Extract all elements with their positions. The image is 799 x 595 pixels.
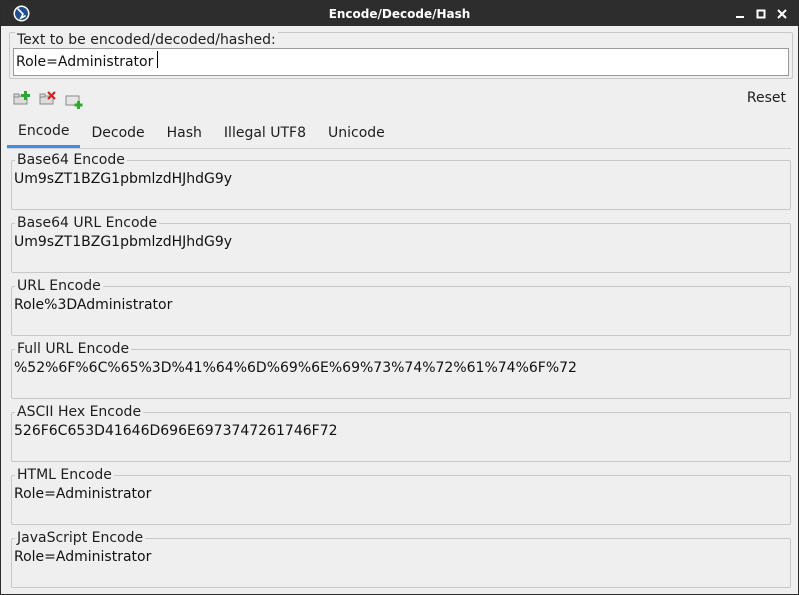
input-legend: Text to be encoded/decoded/hashed: xyxy=(15,32,278,48)
javascript-encode-group: JavaScript Encode Role=Administrator xyxy=(11,530,791,588)
remove-tab-icon[interactable] xyxy=(39,90,57,106)
tab-unicode[interactable]: Unicode xyxy=(317,117,396,148)
encode-panel: Base64 Encode Um9sZT1BZG1pbmlzdHJhdG9y B… xyxy=(9,151,793,592)
url-encode-group: URL Encode Role%3DAdministrator xyxy=(11,278,791,336)
url-encode-value[interactable]: Role%3DAdministrator xyxy=(14,297,172,313)
encode-decode-hash-window: Encode/Decode/Hash Text to be encoded/de… xyxy=(0,0,799,595)
base64-url-encode-value[interactable]: Um9sZT1BZG1pbmlzdHJhdG9y xyxy=(14,234,232,250)
title-bar[interactable]: Encode/Decode/Hash xyxy=(1,1,798,26)
input-group: Text to be encoded/decoded/hashed: xyxy=(9,32,793,79)
maximize-button[interactable] xyxy=(752,5,769,22)
base64-encode-label: Base64 Encode xyxy=(15,152,127,168)
tab-decode[interactable]: Decode xyxy=(80,117,155,148)
javascript-encode-label: JavaScript Encode xyxy=(15,530,146,546)
tab-encode[interactable]: Encode xyxy=(7,117,81,148)
close-button[interactable] xyxy=(773,5,790,22)
javascript-encode-value[interactable]: Role=Administrator xyxy=(14,549,151,565)
window-controls xyxy=(731,5,790,22)
base64-encode-value[interactable]: Um9sZT1BZG1pbmlzdHJhdG9y xyxy=(14,171,232,187)
maximize-icon xyxy=(756,9,765,18)
minimize-icon xyxy=(735,15,744,18)
ascii-hex-encode-label: ASCII Hex Encode xyxy=(15,404,144,420)
tab-hash[interactable]: Hash xyxy=(156,117,213,148)
window-title: Encode/Decode/Hash xyxy=(328,6,471,21)
minimize-button[interactable] xyxy=(731,5,748,22)
url-encode-label: URL Encode xyxy=(15,278,103,294)
html-encode-group: HTML Encode Role=Administrator xyxy=(11,467,791,525)
html-encode-value[interactable]: Role=Administrator xyxy=(14,486,151,502)
reset-button[interactable]: Reset xyxy=(747,90,786,106)
app-icon xyxy=(13,5,30,22)
html-encode-label: HTML Encode xyxy=(15,467,114,483)
full-url-encode-group: Full URL Encode %52%6F%6C%65%3D%41%64%6D… xyxy=(11,341,791,399)
base64-encode-group: Base64 Encode Um9sZT1BZG1pbmlzdHJhdG9y xyxy=(11,152,791,210)
base64-url-encode-label: Base64 URL Encode xyxy=(15,215,160,231)
tab-bar: Encode Decode Hash Illegal UTF8 Unicode xyxy=(7,117,396,149)
text-caret xyxy=(157,51,158,68)
close-icon xyxy=(776,8,787,19)
add-tab-icon[interactable] xyxy=(13,90,31,106)
text-input-field[interactable] xyxy=(13,48,789,76)
full-url-encode-label: Full URL Encode xyxy=(15,341,132,357)
new-tab-icon[interactable] xyxy=(65,93,83,109)
ascii-hex-encode-group: ASCII Hex Encode 526F6C653D41646D696E697… xyxy=(11,404,791,462)
base64-url-encode-group: Base64 URL Encode Um9sZT1BZG1pbmlzdHJhdG… xyxy=(11,215,791,273)
full-url-encode-value[interactable]: %52%6F%6C%65%3D%41%64%6D%69%6E%69%73%74%… xyxy=(14,360,577,376)
tab-illegal-utf8[interactable]: Illegal UTF8 xyxy=(213,117,317,148)
ascii-hex-encode-value[interactable]: 526F6C653D41646D696E6973747261746F72 xyxy=(14,423,338,439)
